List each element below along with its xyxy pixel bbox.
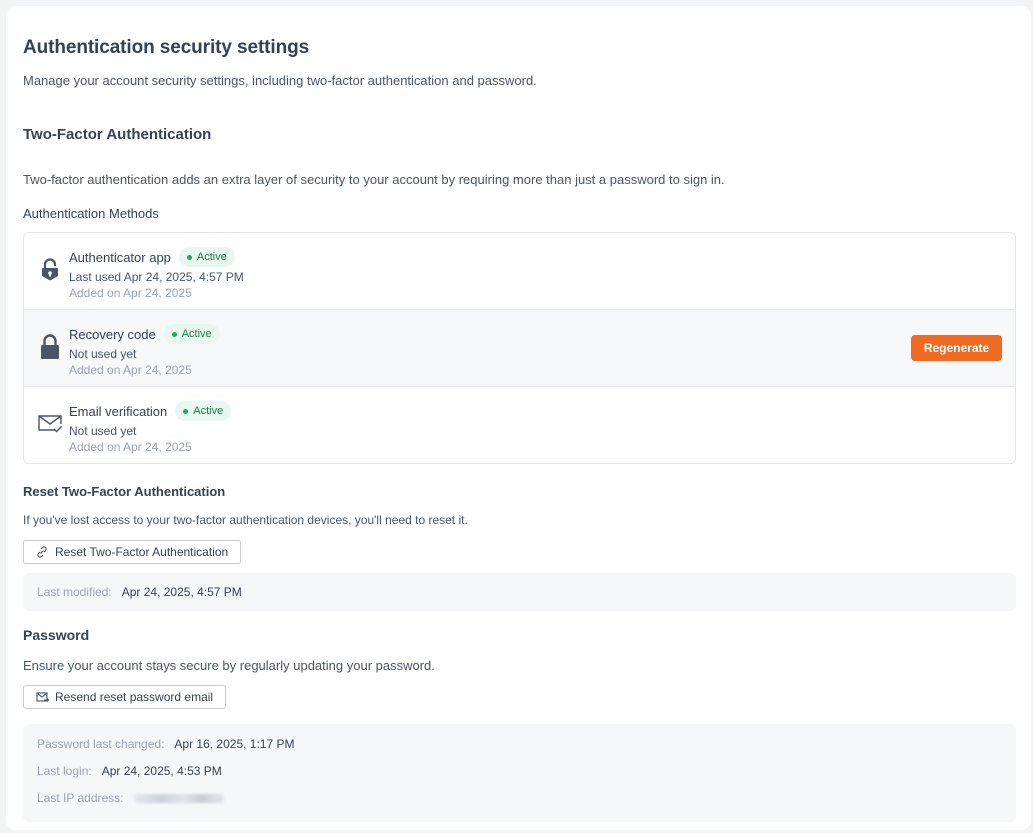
last-modified-value: Apr 24, 2025, 4:57 PM: [121, 585, 242, 599]
last-ip-label: Last IP address:: [37, 791, 124, 805]
two-factor-description: Two-factor authentication adds an extra …: [23, 172, 725, 187]
method-email-verification: Email verification Active Not used yet A…: [24, 387, 1015, 463]
last-login-value: Apr 24, 2025, 4:53 PM: [101, 764, 222, 778]
method-recovery-code: Recovery code Active Not used yet Added …: [24, 310, 1015, 387]
reset-2fa-button[interactable]: Reset Two-Factor Authentication: [23, 540, 242, 564]
envelope-check-icon: [37, 411, 63, 437]
auth-methods-list: Authenticator app Active Last used Apr 2…: [23, 232, 1016, 464]
email-send-icon: [36, 691, 49, 704]
password-last-changed-value: Apr 16, 2025, 1:17 PM: [174, 737, 295, 751]
password-info-box: Password last changed: Apr 16, 2025, 1:1…: [23, 724, 1016, 822]
two-factor-title: Two-Factor Authentication: [23, 126, 212, 143]
method-added-date: Added on Apr 24, 2025: [69, 363, 192, 377]
last-modified-row: Last modified: Apr 24, 2025, 4:57 PM: [37, 585, 242, 599]
password-last-changed-row: Password last changed: Apr 16, 2025, 1:1…: [37, 737, 294, 751]
page-subtitle: Manage your account security settings, i…: [23, 73, 537, 88]
status-dot: [186, 254, 192, 260]
method-usage: Last used Apr 24, 2025, 4:57 PM: [69, 270, 244, 284]
method-usage: Not used yet: [69, 347, 137, 361]
method-name: Email verification: [69, 403, 168, 419]
last-modified-box: Last modified: Apr 24, 2025, 4:57 PM: [23, 573, 1016, 611]
status-badge: Active: [178, 247, 235, 267]
last-login-label: Last login:: [37, 764, 92, 778]
last-login-row: Last login: Apr 24, 2025, 4:53 PM: [37, 764, 222, 778]
reset-2fa-button-label: Reset Two-Factor Authentication: [55, 545, 229, 559]
resend-reset-password-label: Resend reset password email: [55, 690, 214, 704]
last-modified-label: Last modified:: [37, 585, 112, 599]
status-dot: [183, 408, 189, 414]
status-badge: Active: [175, 401, 232, 421]
regenerate-button[interactable]: Regenerate: [911, 335, 1002, 361]
method-added-date: Added on Apr 24, 2025: [69, 286, 192, 300]
method-usage: Not used yet: [69, 424, 137, 438]
method-authenticator-app: Authenticator app Active Last used Apr 2…: [24, 233, 1015, 310]
redacted-ip-value: [133, 794, 224, 803]
reset-2fa-title: Reset Two-Factor Authentication: [23, 484, 226, 499]
link-break-icon: [36, 546, 49, 559]
lock-open-icon: [37, 257, 63, 283]
method-name: Authenticator app: [69, 249, 171, 265]
security-settings-card: Authentication security settings Manage …: [6, 6, 1031, 830]
page-title: Authentication security settings: [23, 37, 310, 58]
resend-reset-password-button[interactable]: Resend reset password email: [23, 685, 227, 709]
last-ip-row: Last IP address:: [37, 791, 224, 805]
reset-2fa-description: If you've lost access to your two-factor…: [23, 513, 468, 527]
methods-label: Authentication Methods: [23, 206, 159, 221]
password-description: Ensure your account stays secure by regu…: [23, 658, 435, 673]
password-title: Password: [23, 627, 90, 643]
method-added-date: Added on Apr 24, 2025: [69, 440, 192, 454]
status-dot: [171, 331, 177, 337]
status-badge: Active: [163, 324, 220, 344]
padlock-icon: [37, 334, 63, 360]
password-last-changed-label: Password last changed:: [37, 737, 165, 751]
method-name: Recovery code: [69, 326, 156, 342]
